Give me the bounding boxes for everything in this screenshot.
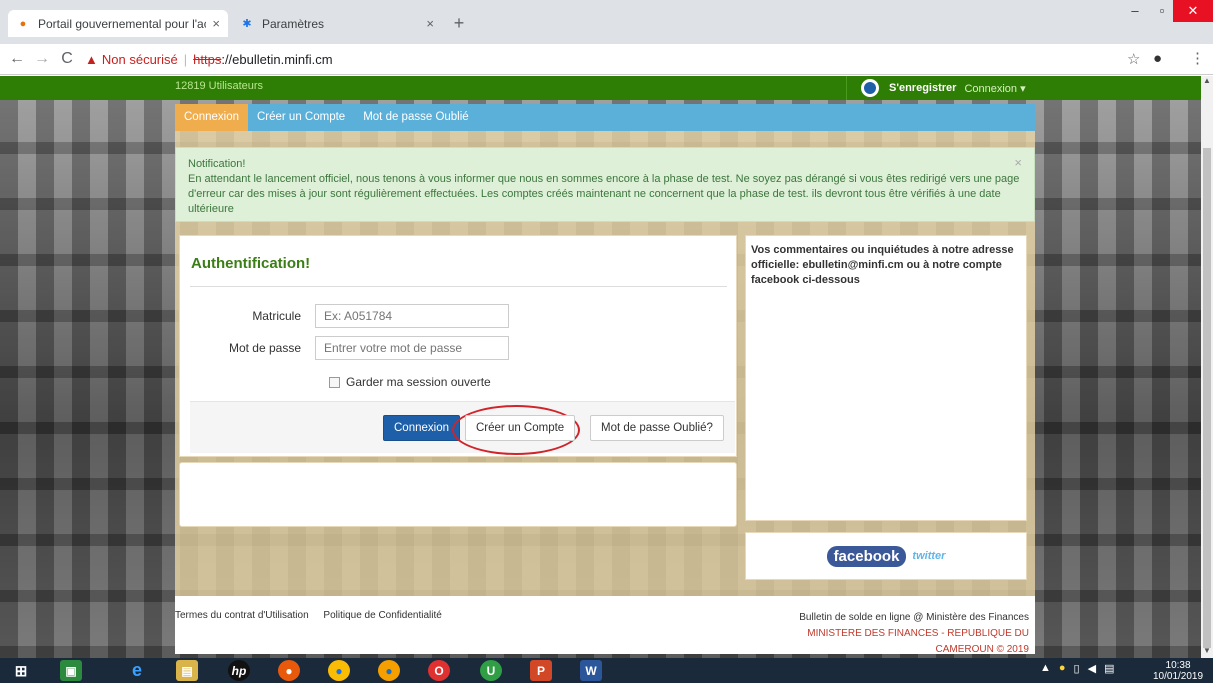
password-input[interactable]	[315, 336, 509, 360]
footer-line-3: CAMEROUN © 2019	[935, 644, 1029, 655]
tab-label: Portail gouvernemental pour l'ac	[38, 16, 207, 31]
tab-connexion[interactable]: Connexion	[175, 104, 248, 131]
url-protocol: https	[193, 51, 222, 67]
register-link[interactable]: S'enregistrer	[889, 82, 956, 94]
notification-alert: Notification! En attendant le lancement …	[175, 147, 1035, 222]
close-icon[interactable]: ×	[1014, 155, 1022, 170]
social-links: facebook twitter	[745, 532, 1027, 580]
avatar-icon	[861, 79, 879, 97]
utorrent-icon[interactable]: U	[480, 660, 502, 681]
empty-panel	[179, 462, 737, 527]
address-bar[interactable]: ▲ Non sécurisé | https ://ebulletin.minf…	[85, 48, 1105, 70]
tab-creer-compte[interactable]: Créer un Compte	[248, 104, 354, 131]
remember-row: Garder ma session ouverte	[329, 375, 491, 389]
tray-chevron-icon[interactable]: ▲	[1040, 662, 1051, 675]
close-tab-icon[interactable]: ×	[212, 16, 220, 31]
settings-gear-icon: ✱	[242, 18, 252, 30]
warning-triangle-icon: ▲	[85, 51, 98, 67]
auth-title: Authentification!	[191, 255, 311, 272]
privacy-link[interactable]: Politique de Confidentialité	[323, 610, 441, 621]
facebook-link[interactable]: facebook	[826, 545, 907, 567]
system-tray: ▲ ● ▯ ◀ ▤	[1040, 662, 1114, 675]
remember-checkbox[interactable]	[329, 376, 340, 388]
password-row: Mot de passe	[180, 336, 509, 360]
footer-copyright: Bulletin de solde en ligne @ Ministère d…	[799, 610, 1029, 658]
footer-line-2: MINISTERE DES FINANCES - REPUBLIQUE DU	[807, 628, 1029, 639]
taskbar-clock[interactable]: 10:38 10/01/2019	[1153, 660, 1203, 682]
footer: Termes du contrat d'Utilisation Politiqu…	[175, 596, 1035, 655]
divider	[190, 286, 727, 287]
tab-parametres[interactable]: ✱ Paramètres ×	[232, 10, 442, 37]
taskbar: ⊞ ▣ e ▤ hp ● ● ● O U P W ▲ ● ▯ ◀ ▤ 10:38…	[0, 658, 1213, 683]
file-explorer-icon[interactable]: ▤	[176, 660, 198, 681]
password-label: Mot de passe	[228, 341, 301, 355]
bookmark-star-icon[interactable]: ☆	[1127, 50, 1140, 68]
address-separator: |	[183, 51, 188, 67]
internet-explorer-icon[interactable]: e	[126, 660, 148, 681]
login-dropdown[interactable]: Connexion ▾	[964, 82, 1025, 95]
footer-links: Termes du contrat d'Utilisation Politiqu…	[175, 610, 454, 621]
security-status[interactable]: Non sécurisé	[102, 52, 178, 67]
tab-label: Paramètres	[262, 16, 325, 31]
notification-body: En attendant le lancement officiel, nous…	[188, 173, 1020, 215]
powerpoint-icon[interactable]: P	[530, 660, 552, 681]
store-icon[interactable]: ▣	[60, 660, 82, 681]
windows-start-icon[interactable]: ⊞	[10, 660, 32, 681]
scrollbar-thumb[interactable]	[1203, 148, 1211, 648]
browser-icon[interactable]: ●	[378, 660, 400, 681]
hp-icon[interactable]: hp	[228, 660, 250, 681]
tab-mot-de-passe-oublie[interactable]: Mot de passe Oublié	[354, 104, 477, 131]
remember-label: Garder ma session ouverte	[346, 375, 491, 389]
firefox-icon[interactable]: ●	[278, 660, 300, 681]
matricule-input[interactable]	[315, 304, 509, 328]
matricule-label: Matricule	[252, 309, 301, 323]
footer-line-1: Bulletin de solde en ligne @ Ministère d…	[799, 612, 1029, 623]
reload-icon[interactable]: C	[58, 50, 76, 68]
top-green-bar: 12819 Utilisateurs S'enregistrer Connexi…	[0, 76, 1201, 100]
contact-text: Vos commentaires ou inquiétudes à notre …	[751, 244, 1014, 286]
page-scrollbar[interactable]: ▲ ▼	[1201, 76, 1213, 658]
new-tab-button[interactable]: +	[448, 12, 470, 34]
tab-portail[interactable]: ● Portail gouvernemental pour l'ac ×	[8, 10, 228, 37]
opera-icon[interactable]: O	[428, 660, 450, 681]
notification-title: Notification!	[188, 158, 246, 170]
close-window-button[interactable]: ✕	[1173, 0, 1213, 22]
scroll-up-icon[interactable]: ▲	[1201, 76, 1213, 88]
chrome-icon[interactable]: ●	[328, 660, 350, 681]
forgot-password-button[interactable]: Mot de passe Oublié?	[590, 415, 724, 441]
account-icon[interactable]: ●	[1153, 50, 1162, 67]
url-host: ://ebulletin.minfi.cm	[221, 51, 333, 67]
page-tabs: Connexion Créer un Compte Mot de passe O…	[175, 104, 1035, 131]
network-icon[interactable]: ▤	[1104, 662, 1114, 675]
auth-panel: Authentification! Matricule Mot de passe…	[179, 235, 737, 457]
clock-date: 10/01/2019	[1153, 671, 1204, 682]
battery-icon[interactable]: ▯	[1074, 662, 1080, 675]
page-viewport: 12819 Utilisateurs S'enregistrer Connexi…	[0, 76, 1201, 658]
government-favicon-icon: ●	[19, 17, 27, 30]
tray-app-icon[interactable]: ●	[1059, 662, 1066, 675]
clock-time: 10:38	[1165, 660, 1191, 671]
matricule-row: Matricule	[180, 304, 509, 328]
main-content: Connexion Créer un Compte Mot de passe O…	[175, 104, 1035, 655]
scroll-down-icon[interactable]: ▼	[1201, 646, 1213, 658]
close-tab-icon[interactable]: ×	[426, 16, 434, 31]
chevron-down-icon: ▾	[1020, 82, 1026, 95]
browser-toolbar: ← → C ▲ Non sécurisé | https ://ebulleti…	[0, 44, 1213, 75]
volume-icon[interactable]: ◀	[1088, 662, 1096, 675]
user-count: 12819 Utilisateurs	[175, 80, 264, 92]
browser-menu-icon[interactable]: ⋮	[1190, 49, 1205, 67]
auth-actions: Connexion Créer un Compte Mot de passe O…	[190, 401, 735, 455]
twitter-link[interactable]: twitter	[912, 550, 945, 562]
login-dropdown-label: Connexion	[964, 82, 1018, 95]
back-arrow-icon[interactable]: ←	[8, 50, 26, 68]
word-icon[interactable]: W	[580, 660, 602, 681]
forward-arrow-icon[interactable]: →	[33, 50, 51, 68]
terms-link[interactable]: Termes du contrat d'Utilisation	[175, 610, 309, 621]
browser-tab-strip: ● Portail gouvernemental pour l'ac × ✱ P…	[0, 0, 1213, 44]
contact-panel: Vos commentaires ou inquiétudes à notre …	[745, 235, 1027, 521]
user-menu-area: S'enregistrer Connexion ▾	[846, 76, 1034, 100]
create-account-button[interactable]: Créer un Compte	[465, 415, 576, 441]
login-button[interactable]: Connexion	[383, 415, 460, 441]
